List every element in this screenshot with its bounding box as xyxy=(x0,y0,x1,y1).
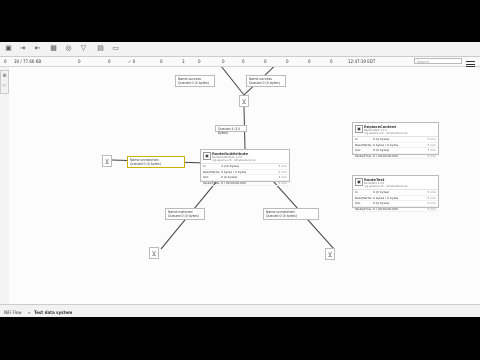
connection-queue: Queued 4 (10 bytes) xyxy=(218,127,240,136)
processor-icon: ▣ xyxy=(203,152,211,160)
processor-bundle: org.apache.nifi - nifi-standard-nar xyxy=(212,159,256,162)
processor-bundle: org.apache.nifi - nifi-standard-nar xyxy=(364,185,408,188)
funnel-icon: ⊻ xyxy=(327,251,333,259)
remote-group-icon[interactable]: ◎ xyxy=(64,44,73,53)
funnel-left[interactable]: ⊻ xyxy=(102,155,112,167)
funnel-bottom-right[interactable]: ⊻ xyxy=(325,248,335,260)
connection-label-top-left[interactable]: Name success Queued 0 (0 bytes) xyxy=(175,75,215,87)
connection-label-left[interactable]: Name unmatched Queued 0 (0 bytes) xyxy=(127,156,185,168)
status-stale: 0 xyxy=(264,59,267,64)
label-icon[interactable]: ▭ xyxy=(111,44,120,53)
processor-bundle: org.apache.nifi - nifi-standard-nar xyxy=(364,132,408,135)
status-stopped: 0 xyxy=(160,59,163,64)
funnel-bottom-left[interactable]: ⊻ xyxy=(149,247,159,259)
template-icon[interactable]: ▤ xyxy=(96,44,105,53)
breadcrumb: NiFi Flow » Test data system xyxy=(0,304,480,317)
status-bar: 0 30 / 77.66 KB 0 0 ✓ 0 0 3 0 0 0 0 0 0 … xyxy=(0,57,480,67)
funnel-icon[interactable]: ▽ xyxy=(79,44,88,53)
connection-queue: Queued 0 (0 bytes) xyxy=(178,81,209,86)
processor-icon: ▣ xyxy=(355,178,363,186)
process-group-icon[interactable]: ▦ xyxy=(49,44,58,53)
status-up-to-date: 0 xyxy=(222,59,225,64)
input-port-icon[interactable]: ⇥ xyxy=(18,44,27,53)
status-transmitting: 0 xyxy=(78,59,81,64)
processor-route-on-attribute[interactable]: ▣ RouteOnAttribute RouteOnAttribute 1.2.… xyxy=(200,149,290,187)
processor-replace-content[interactable]: ▣ ReplaceContent ReplaceText 1.2.0 org.a… xyxy=(352,122,439,160)
status-sync-failure: 0 xyxy=(308,59,311,64)
connection-queue: Queued 0 (0 bytes) xyxy=(168,214,199,219)
processor-name: RouteOnAttribute xyxy=(212,151,249,156)
flow-canvas[interactable]: Name success Queued 0 (0 bytes) Name suc… xyxy=(9,67,480,307)
funnel-icon: ⊻ xyxy=(151,250,157,258)
connection-queue: Queued 0 (0 bytes) xyxy=(130,162,161,167)
nifi-app: ▣ ⇥ ⇤ ▦ ◎ ▽ ▤ ▭ 0 30 / 77.66 KB 0 0 ✓ 0 … xyxy=(0,42,480,317)
status-locally-modified: 0 xyxy=(242,59,245,64)
processor-route-text[interactable]: ▣ RouteText RouteText 1.2.0 org.apache.n… xyxy=(352,175,439,213)
processor-icon[interactable]: ▣ xyxy=(4,44,13,53)
status-modified-stale: 0 xyxy=(286,59,289,64)
navigate-icon[interactable]: ⊕ xyxy=(1,71,8,81)
status-disabled: 0 xyxy=(198,59,201,64)
connection-label-top-right[interactable]: Name success Queued 0 (0 bytes) xyxy=(246,75,286,87)
output-port-icon[interactable]: ⇤ xyxy=(33,44,42,53)
funnel-icon: ⊻ xyxy=(104,158,110,166)
status-queued: 30 / 77.66 KB xyxy=(14,59,42,64)
processor-name: RouteText xyxy=(364,177,385,182)
status-invalid: 3 xyxy=(182,59,185,64)
connection-label-bottom-right[interactable]: Name unmatched Queued 0 (0 bytes) xyxy=(263,208,319,220)
connection-queue: Queued 0 (0 bytes) xyxy=(249,81,280,86)
component-toolbar: ▣ ⇥ ⇤ ▦ ◎ ▽ ▤ ▭ xyxy=(0,42,480,57)
stat-row: Tasks/Time 0 / 00:00:00.000 5 min xyxy=(353,206,438,213)
status-running: ✓ 0 xyxy=(128,59,136,64)
search-input[interactable]: Search xyxy=(414,58,462,64)
processor-icon: ▣ xyxy=(355,125,363,133)
connection-label-center[interactable]: Queued 4 (10 bytes) xyxy=(215,125,247,136)
status-not-transmitting: 0 xyxy=(108,59,111,64)
funnel-top[interactable]: ⊻ xyxy=(239,95,249,107)
breadcrumb-current[interactable]: Test data system xyxy=(34,310,72,315)
operate-icon[interactable]: ☞ xyxy=(1,81,8,91)
status-threads: 0 xyxy=(4,59,7,64)
connection-label-bottom-left[interactable]: Name matched Queued 0 (0 bytes) xyxy=(165,208,205,220)
processor-name: ReplaceContent xyxy=(364,124,397,129)
funnel-icon: ⊻ xyxy=(241,98,247,106)
stat-row: Tasks/Time 0 / 00:00:00.000 5 min xyxy=(353,153,438,160)
palette-sidebar: ⊕ ☞ xyxy=(0,70,9,94)
stat-row: Tasks/Time 0 / 00:00:00.000 5 min xyxy=(201,180,289,187)
breadcrumb-separator: » xyxy=(28,310,31,315)
connection-queue: Queued 0 (0 bytes) xyxy=(266,214,297,219)
status-last-refreshed: 12:47:19 EDT xyxy=(348,59,376,64)
breadcrumb-root[interactable]: NiFi Flow xyxy=(4,310,22,315)
status-bulletins: 0 xyxy=(330,59,333,64)
